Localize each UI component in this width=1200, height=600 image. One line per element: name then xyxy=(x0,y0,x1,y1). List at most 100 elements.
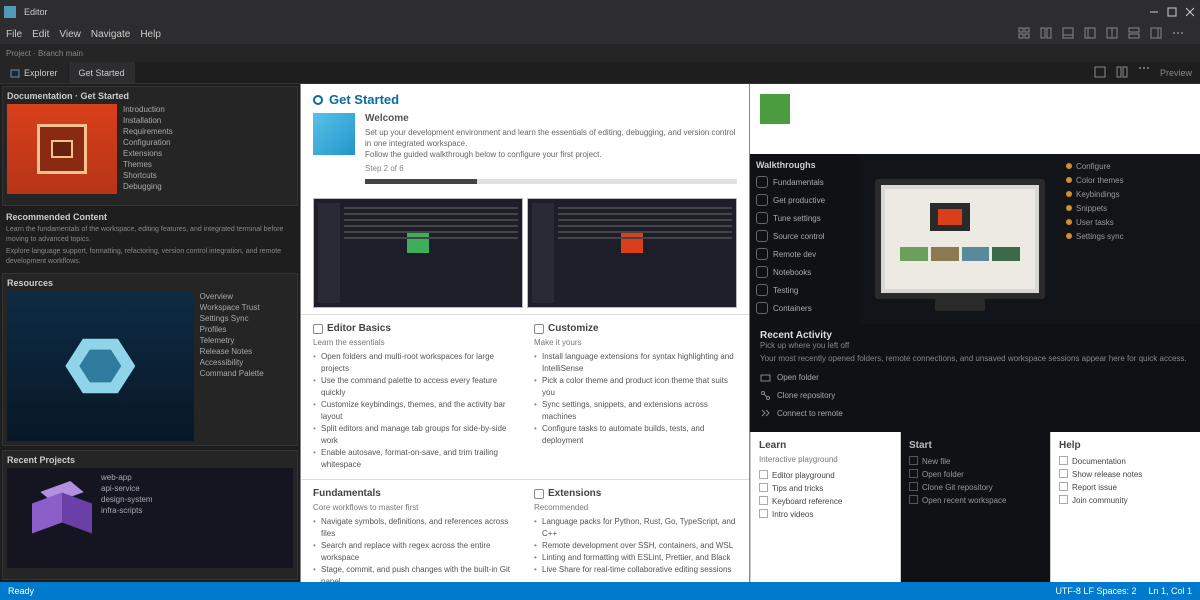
bullet[interactable]: Enable autosave, format-on-save, and tri… xyxy=(313,447,516,471)
menu-edit[interactable]: Edit xyxy=(32,29,49,40)
card-item[interactable]: Report issue xyxy=(1059,481,1192,494)
bullet[interactable]: Split editors and manage tab groups for … xyxy=(313,423,516,447)
walkthrough-item[interactable]: Testing xyxy=(756,284,854,296)
layout-rows-icon[interactable] xyxy=(1128,27,1142,41)
action-item[interactable]: Clone repository xyxy=(760,390,1190,401)
action-item[interactable]: Open folder xyxy=(760,372,1190,383)
list-item[interactable]: Requirements xyxy=(123,126,293,137)
walkthrough-item[interactable]: Get productive xyxy=(756,194,854,206)
menu-help[interactable]: Help xyxy=(140,29,161,40)
thumb-hexagon[interactable] xyxy=(7,291,194,441)
more-tab-icon[interactable] xyxy=(1138,66,1152,80)
walkthrough-item[interactable]: Tune settings xyxy=(756,212,854,224)
card-item[interactable]: Tips and tricks xyxy=(759,482,892,495)
split-editor-icon[interactable] xyxy=(1116,66,1130,80)
preview-icon[interactable] xyxy=(1094,66,1108,80)
walkthrough-item[interactable]: Notebooks xyxy=(756,266,854,278)
square-icon xyxy=(759,496,768,505)
bullet[interactable]: Use the command palette to access every … xyxy=(313,375,516,399)
layout-columns-icon[interactable] xyxy=(1040,27,1054,41)
thumb-orange[interactable] xyxy=(7,104,117,194)
list-item[interactable]: Telemetry xyxy=(200,335,293,346)
more-icon[interactable] xyxy=(1172,27,1186,41)
bullet[interactable]: Live Share for real-time collaborative e… xyxy=(534,564,737,576)
bullet[interactable]: Open folders and multi-root workspaces f… xyxy=(313,351,516,375)
card-item[interactable]: Clone Git repository xyxy=(909,481,1042,494)
bullet[interactable]: Linting and formatting with ESLint, Pret… xyxy=(534,552,737,564)
sidelist-item[interactable]: Color themes xyxy=(1066,174,1194,188)
card-item[interactable]: Intro videos xyxy=(759,508,892,521)
walkthrough-item[interactable]: Fundamentals xyxy=(756,176,854,188)
card-item[interactable]: Keyboard reference xyxy=(759,495,892,508)
thumb-cube[interactable]: web-app api-service design-system infra-… xyxy=(7,468,293,568)
card-item[interactable]: Show release notes xyxy=(1059,468,1192,481)
sidelist-item[interactable]: Snippets xyxy=(1066,202,1194,216)
bullet[interactable]: Sync settings, snippets, and extensions … xyxy=(534,399,737,423)
tab-doc[interactable]: Get Started xyxy=(69,62,136,83)
list-item[interactable]: api-service xyxy=(101,483,289,494)
gear-icon xyxy=(756,176,768,188)
caption-line: Explore language support, formatting, re… xyxy=(6,247,294,267)
list-item[interactable]: Profiles xyxy=(200,324,293,335)
list-item[interactable]: Debugging xyxy=(123,181,293,192)
sidelist-item[interactable]: User tasks xyxy=(1066,216,1194,230)
bullet[interactable]: Navigate symbols, definitions, and refer… xyxy=(313,516,516,540)
list-item[interactable]: infra-scripts xyxy=(101,505,289,516)
bullet[interactable]: Customize keybindings, themes, and the a… xyxy=(313,399,516,423)
bullet[interactable]: Remote development over SSH, containers,… xyxy=(534,540,737,552)
walkthrough-item[interactable]: Remote dev xyxy=(756,248,854,260)
list-item[interactable]: web-app xyxy=(101,472,289,483)
walkthrough-item[interactable]: Containers xyxy=(756,302,854,314)
panel-doc-getstarted: Documentation · Get Started Introduction… xyxy=(2,86,298,206)
app-icon xyxy=(4,6,16,18)
list-item[interactable]: Command Palette xyxy=(200,368,293,379)
list-item[interactable]: Overview xyxy=(200,291,293,302)
sidelist-item[interactable]: Keybindings xyxy=(1066,188,1194,202)
bullet[interactable]: Configure tasks to automate builds, test… xyxy=(534,423,737,447)
menu-view[interactable]: View xyxy=(59,29,81,40)
layout-split-icon[interactable] xyxy=(1106,27,1120,41)
list-item[interactable]: Accessibility xyxy=(200,357,293,368)
card-item[interactable]: Open recent workspace xyxy=(909,494,1042,507)
list-item[interactable]: Workspace Trust xyxy=(200,302,293,313)
card-item[interactable]: New file xyxy=(909,455,1042,468)
close-icon[interactable] xyxy=(1184,6,1196,18)
action-item[interactable]: Connect to remote xyxy=(760,408,1190,419)
card-item[interactable]: Documentation xyxy=(1059,455,1192,468)
list-item[interactable]: design-system xyxy=(101,494,289,505)
list-item[interactable]: Configuration xyxy=(123,137,293,148)
bullet[interactable]: Search and replace with regex across the… xyxy=(313,540,516,564)
sidelist-item[interactable]: Configure xyxy=(1066,160,1194,174)
maximize-icon[interactable] xyxy=(1166,6,1178,18)
bullet[interactable]: Pick a color theme and product icon them… xyxy=(534,375,737,399)
sidelist-item[interactable]: Settings sync xyxy=(1066,230,1194,244)
dot-icon xyxy=(1066,233,1072,239)
layout-sidebar-icon[interactable] xyxy=(1084,27,1098,41)
card-item[interactable]: Join community xyxy=(1059,494,1192,507)
menu-navigate[interactable]: Navigate xyxy=(91,29,130,40)
list-item[interactable]: Release Notes xyxy=(200,346,293,357)
layout-grid-icon[interactable] xyxy=(1018,27,1032,41)
minimize-icon[interactable] xyxy=(1148,6,1160,18)
bullet[interactable]: Stage, commit, and push changes with the… xyxy=(313,564,516,582)
list-item[interactable]: Introduction xyxy=(123,104,293,115)
layout-panel-icon[interactable] xyxy=(1062,27,1076,41)
status-left[interactable]: Ready xyxy=(8,586,34,596)
list-item[interactable]: Extensions xyxy=(123,148,293,159)
bullet[interactable]: Language packs for Python, Rust, Go, Typ… xyxy=(534,516,737,540)
screenshot-1[interactable] xyxy=(313,198,523,308)
card-item[interactable]: Open folder xyxy=(909,468,1042,481)
list-item[interactable]: Themes xyxy=(123,159,293,170)
status-mid[interactable]: UTF-8 LF Spaces: 2 xyxy=(1055,586,1136,596)
layout-right-icon[interactable] xyxy=(1150,27,1164,41)
walkthrough-item[interactable]: Source control xyxy=(756,230,854,242)
status-right[interactable]: Ln 1, Col 1 xyxy=(1148,586,1192,596)
card-item[interactable]: Editor playground xyxy=(759,469,892,482)
list-item[interactable]: Installation xyxy=(123,115,293,126)
menu-file[interactable]: File xyxy=(6,29,22,40)
screenshot-2[interactable] xyxy=(527,198,737,308)
list-item[interactable]: Settings Sync xyxy=(200,313,293,324)
tab-explorer[interactable]: Explorer xyxy=(0,62,69,83)
bullet[interactable]: Install language extensions for syntax h… xyxy=(534,351,737,375)
list-item[interactable]: Shortcuts xyxy=(123,170,293,181)
